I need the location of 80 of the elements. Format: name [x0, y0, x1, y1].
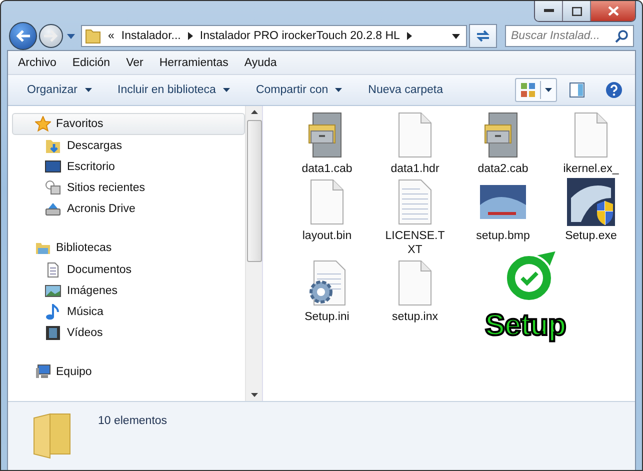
view-grid-icon	[520, 82, 536, 98]
scrollbar[interactable]	[245, 106, 262, 401]
file-item[interactable]: setup.inx	[371, 258, 459, 324]
caret-icon	[545, 88, 552, 92]
blank-file-icon	[398, 112, 432, 158]
menu-item[interactable]: Ver	[126, 56, 144, 68]
sidebar-group[interactable]: Bibliotecas	[12, 237, 245, 259]
search-icon	[615, 30, 628, 43]
history-caret-icon[interactable]	[67, 34, 75, 38]
recent-places-icon	[45, 180, 61, 196]
minimize-button[interactable]	[535, 1, 563, 21]
annotation-label: Setup	[485, 309, 566, 343]
menu-item[interactable]: Ayuda	[244, 56, 277, 68]
file-item[interactable]: Setup.exe	[547, 177, 635, 257]
toolbar-button[interactable]: Incluir en biblioteca	[118, 84, 230, 96]
caret-icon[interactable]	[452, 34, 460, 38]
arrow-right-icon	[43, 29, 59, 43]
view-options-button[interactable]	[515, 78, 557, 102]
document-icon	[45, 262, 61, 278]
installer-shield-icon	[567, 178, 615, 226]
toolbar-button[interactable]: Nueva carpeta	[368, 84, 443, 96]
file-item[interactable]: setup.bmp	[459, 177, 547, 257]
cloud-drive-icon	[45, 200, 61, 216]
folder-download-icon	[45, 138, 61, 154]
file-item[interactable]: data1.cab	[283, 110, 371, 176]
minimize-icon	[544, 9, 554, 13]
sidebar-group[interactable]: Favoritos	[12, 113, 245, 135]
film-strip-icon	[45, 324, 61, 340]
maximize-icon	[572, 6, 582, 16]
menu-item[interactable]: Herramientas	[159, 56, 228, 68]
close-button[interactable]	[591, 1, 635, 21]
toolbar-button[interactable]: Compartir con	[256, 84, 342, 96]
chevron-icon[interactable]	[406, 32, 412, 40]
scrollbar-thumb[interactable]	[246, 120, 262, 262]
back-button[interactable]	[9, 22, 37, 50]
sidebar-item[interactable]: Acronis Drive	[12, 198, 245, 219]
toolbar-button[interactable]: Organizar	[27, 84, 92, 96]
menu-item[interactable]: Edición	[72, 56, 110, 68]
settings-file-icon	[308, 260, 346, 306]
refresh-button[interactable]	[469, 24, 497, 48]
folder-icon	[85, 28, 101, 44]
blank-file-icon	[574, 112, 608, 158]
blank-file-icon	[310, 179, 344, 225]
text-file-icon	[398, 179, 432, 225]
blank-file-icon	[398, 260, 432, 306]
sidebar-item[interactable]: Descargas	[12, 135, 245, 156]
sidebar-item[interactable]: Vídeos	[12, 322, 245, 343]
sidebar-item[interactable]: Imágenes	[12, 280, 245, 301]
file-item[interactable]: LICENSE.TXT	[371, 177, 459, 257]
maximize-button[interactable]	[563, 1, 591, 21]
preview-pane-icon[interactable]	[569, 82, 585, 98]
address-bar[interactable]: « Instalador... Instalador PRO irockerTouch 20.2.8 HL	[81, 25, 467, 47]
sidebar-item[interactable]: Música	[12, 301, 245, 322]
sidebar-item[interactable]: Documentos	[12, 259, 245, 280]
file-item[interactable]: data1.hdr	[371, 110, 459, 176]
menu-item[interactable]: Archivo	[18, 56, 56, 68]
scroll-down-icon[interactable]	[250, 393, 258, 397]
file-item[interactable]: ikernel.ex_	[547, 110, 635, 176]
image-thumbnail-icon	[480, 185, 526, 219]
arrow-left-icon	[15, 29, 31, 43]
file-item[interactable]: data2.cab	[459, 110, 547, 176]
desktop-icon	[45, 158, 61, 174]
computer-icon	[35, 364, 51, 380]
search-field[interactable]: Buscar Instalad...	[505, 25, 634, 47]
file-item[interactable]: layout.bin	[283, 177, 371, 257]
sidebar-item[interactable]: Sitios recientes	[12, 177, 245, 198]
sidebar-item[interactable]: Escritorio	[12, 156, 245, 177]
scroll-up-icon[interactable]	[250, 110, 258, 114]
close-icon	[608, 6, 618, 16]
help-icon[interactable]	[605, 81, 623, 99]
file-item[interactable]: Setup.ini	[283, 258, 371, 324]
chevron-icon[interactable]	[188, 32, 193, 40]
forward-button[interactable]	[39, 24, 63, 48]
sidebar-group[interactable]: Equipo	[12, 361, 245, 383]
star-icon	[35, 116, 51, 132]
item-count: 10 elementos	[98, 415, 168, 427]
refresh-icon	[475, 29, 491, 43]
picture-icon	[45, 282, 61, 298]
music-note-icon	[45, 304, 61, 320]
library-folder-icon	[35, 240, 51, 256]
